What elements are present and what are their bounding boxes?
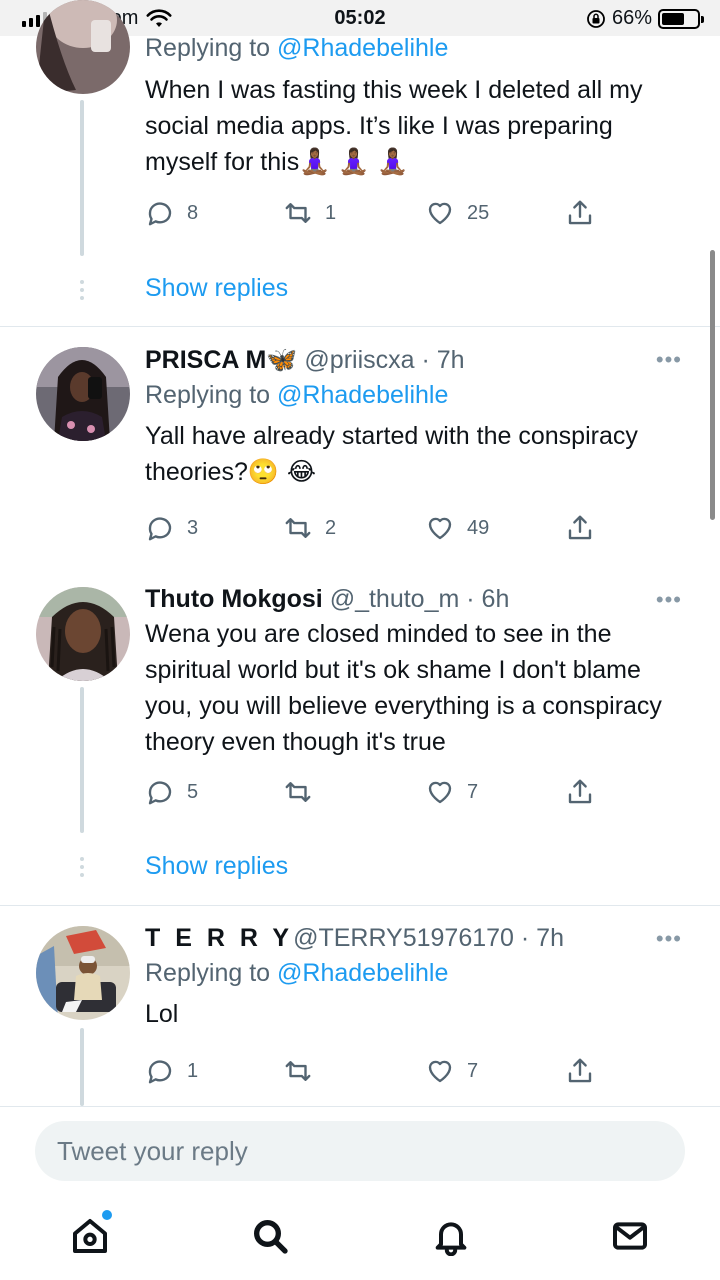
messages-icon (613, 1222, 647, 1250)
retweet-icon (285, 203, 311, 223)
tweet-time: · 7h (421, 346, 465, 374)
heart-icon (428, 781, 452, 804)
tweet-text: When I was fasting this week I deleted a… (145, 76, 643, 176)
more-options-icon[interactable]: ••• (656, 347, 682, 373)
share-button[interactable] (565, 777, 595, 807)
reply-button[interactable]: 3 (145, 513, 198, 543)
replying-to: Replying to @Rhadebelihle (145, 34, 449, 62)
tweet-text: Yall have already started with the consp… (145, 422, 638, 486)
more-options-icon[interactable]: ••• (656, 926, 682, 952)
avatar[interactable] (36, 0, 130, 94)
thread-line (80, 687, 84, 833)
thread-line (80, 100, 84, 256)
retweet-icon (285, 518, 311, 538)
scrollbar[interactable] (710, 250, 715, 520)
reply-button[interactable]: 1 (145, 1056, 198, 1086)
reply-button[interactable]: 5 (145, 777, 198, 807)
show-replies-link[interactable]: Show replies (145, 274, 288, 303)
reply-icon (148, 781, 172, 805)
thread-dots (80, 280, 84, 300)
retweet-button[interactable]: 1 (283, 198, 336, 228)
tweet-header: Thuto Mokgosi @_thuto_m · 6h (145, 585, 690, 614)
user-handle[interactable]: @priiscxa (304, 346, 414, 374)
tweet-2[interactable]: PRISCA M🦋 @priiscxa · 7h Replying to @Rh… (0, 327, 720, 567)
tweet-3[interactable]: Thuto Mokgosi @_thuto_m · 6h Wena you ar… (0, 567, 720, 905)
tweet-actions: 5 7 (145, 777, 600, 807)
tweet-time: · 7h (520, 924, 564, 952)
nav-notifications[interactable] (431, 1216, 475, 1260)
reply-button[interactable]: 8 (145, 198, 198, 228)
tweet-emojis: 🙄 😂 (247, 457, 317, 486)
show-replies-link[interactable]: Show replies (145, 852, 288, 881)
share-icon (568, 1058, 592, 1083)
retweet-button[interactable] (283, 1056, 325, 1086)
reply-icon (148, 517, 172, 541)
avatar[interactable] (36, 587, 130, 681)
avatar[interactable] (36, 347, 130, 441)
like-button[interactable]: 7 (425, 1056, 478, 1086)
retweet-icon (285, 1061, 311, 1081)
user-handle[interactable]: @TERRY51976170 (293, 924, 514, 952)
nav-messages[interactable] (610, 1216, 654, 1260)
like-button[interactable]: 7 (425, 777, 478, 807)
share-button[interactable] (565, 513, 595, 543)
search-icon (254, 1220, 288, 1254)
user-handle[interactable]: @_thuto_m (330, 585, 460, 613)
home-icon (73, 1219, 107, 1253)
more-options-icon[interactable]: ••• (656, 587, 682, 613)
share-icon (568, 515, 592, 540)
tweet-header: PRISCA M🦋 @priiscxa · 7h (145, 345, 690, 375)
mention-link[interactable]: @Rhadebelihle (277, 34, 448, 62)
like-button[interactable]: 25 (425, 198, 489, 228)
tweet-time: · 6h (466, 585, 510, 613)
like-button[interactable]: 49 (425, 513, 489, 543)
tweet-text: Wena you are closed minded to see in the… (145, 620, 662, 756)
heart-icon (428, 1060, 452, 1083)
new-content-dot (102, 1210, 112, 1220)
replying-to: Replying to @Rhadebelihle (145, 381, 449, 409)
nav-search[interactable] (250, 1216, 294, 1260)
reply-composer (0, 1106, 720, 1196)
thread-dots (80, 857, 84, 877)
tweet-4[interactable]: T E R R Y@TERRY51976170 · 7h Replying to… (0, 906, 720, 1106)
thread-line (80, 1028, 84, 1106)
display-name[interactable]: PRISCA M (145, 346, 266, 374)
tweet-reply-input[interactable] (35, 1121, 685, 1181)
tweet-text: Lol (145, 1000, 179, 1028)
tweet-actions: 3 2 49 (145, 513, 600, 543)
mention-link[interactable]: @Rhadebelihle (277, 959, 448, 987)
replying-to: Replying to @Rhadebelihle (145, 959, 449, 987)
retweet-button[interactable] (283, 777, 325, 807)
bottom-nav (0, 1196, 720, 1280)
share-button[interactable] (565, 198, 595, 228)
tweet-emojis: 🧘🏾‍♀️ 🧘🏾‍♀️ 🧘🏾‍♀️ (299, 147, 409, 176)
notifications-icon (435, 1222, 467, 1257)
heart-icon (428, 202, 452, 225)
share-icon (568, 779, 592, 804)
tweet-1[interactable]: Replying to @Rhadebelihle When I was fas… (0, 0, 720, 326)
reply-icon (148, 202, 172, 226)
share-button[interactable] (565, 1056, 595, 1086)
display-name[interactable]: T E R R Y (145, 924, 293, 952)
name-emoji: 🦋 (266, 345, 298, 374)
tweet-actions: 8 1 25 (145, 198, 600, 228)
nav-home[interactable] (70, 1210, 114, 1260)
retweet-icon (285, 782, 311, 802)
share-icon (568, 200, 592, 225)
avatar[interactable] (36, 926, 130, 1020)
tweet-actions: 1 7 (145, 1056, 600, 1086)
reply-icon (148, 1060, 172, 1084)
retweet-button[interactable]: 2 (283, 513, 336, 543)
mention-link[interactable]: @Rhadebelihle (277, 381, 448, 409)
display-name[interactable]: Thuto Mokgosi (145, 585, 323, 613)
tweet-header: T E R R Y@TERRY51976170 · 7h (145, 924, 690, 953)
heart-icon (428, 517, 452, 540)
